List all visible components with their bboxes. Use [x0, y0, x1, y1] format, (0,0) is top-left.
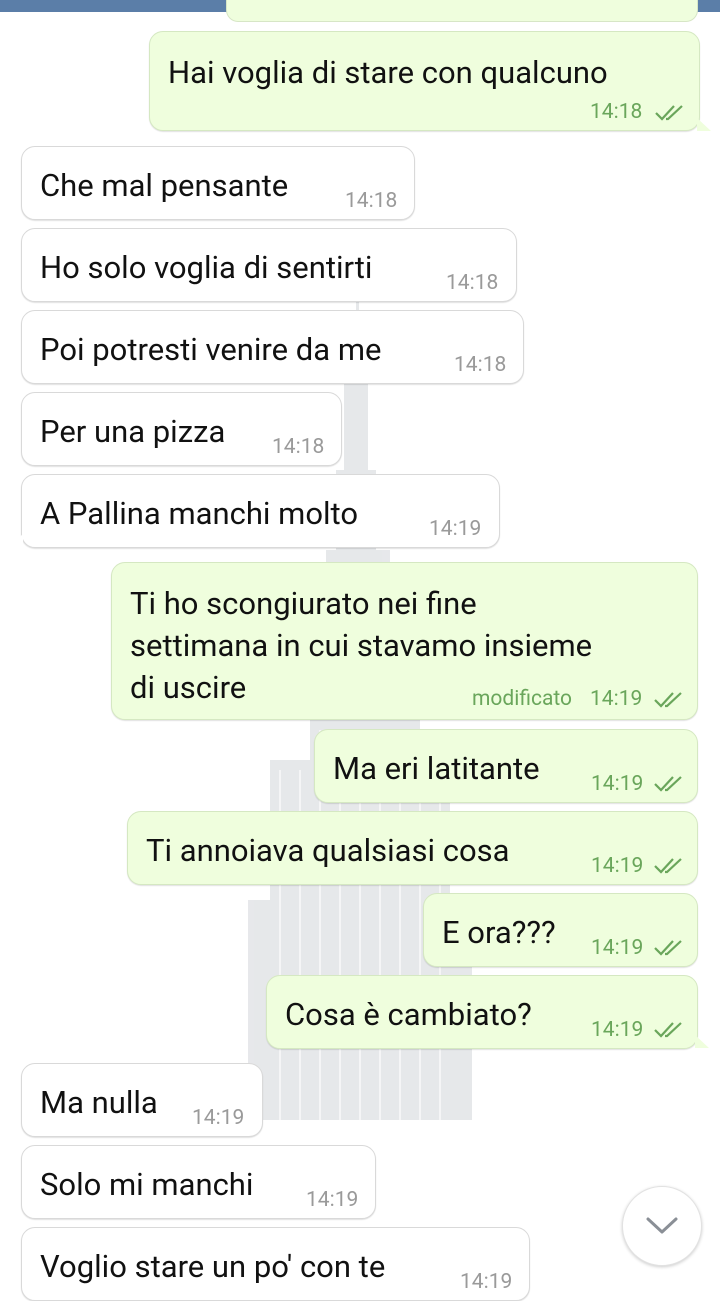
message-bubble-incoming[interactable]: Ho solo voglia di sentirti 14:18: [21, 228, 517, 302]
edited-label: modificato: [472, 687, 573, 711]
message-text: Hai voglia di stare con qualcuno: [168, 54, 608, 91]
message-time: 14:19: [460, 1270, 513, 1294]
message-text-line-2: settimana in cui stavamo insieme: [130, 627, 593, 664]
message-time: 14:18: [272, 435, 325, 459]
message-text: Cosa è cambiato?: [285, 996, 532, 1033]
message-time: 14:19: [590, 687, 643, 711]
message-text: E ora???: [442, 914, 556, 951]
message-bubble-incoming[interactable]: Per una pizza 14:18: [21, 392, 342, 466]
bubble-tail: [9, 534, 23, 547]
message-bubble-outgoing[interactable]: Ma eri latitante 14:19: [314, 729, 698, 803]
double-check-icon: [654, 940, 682, 956]
previous-message-bubble: [226, 0, 698, 22]
message-text: Ma eri latitante: [333, 750, 540, 787]
message-time: 14:19: [591, 854, 644, 878]
bubble-tail: [695, 1035, 709, 1048]
message-text: Ti annoiava qualsiasi cosa: [146, 832, 510, 869]
message-text-line-3: di uscire: [130, 669, 247, 706]
message-bubble-outgoing[interactable]: E ora??? 14:19: [423, 893, 698, 967]
message-bubble-outgoing[interactable]: Ti annoiava qualsiasi cosa 14:19: [127, 811, 698, 885]
message-time: 14:18: [446, 271, 499, 295]
message-time: 14:19: [591, 1018, 644, 1042]
double-check-icon: [654, 776, 682, 792]
bubble-tail: [697, 118, 711, 131]
message-text: Per una pizza: [40, 413, 226, 450]
double-check-icon: [654, 858, 682, 874]
message-text: Che mal pensante: [40, 167, 289, 204]
chevron-down-icon: [646, 1217, 678, 1234]
message-text: Ma nulla: [40, 1084, 158, 1121]
message-text-line-1: Ti ho scongiurato nei fine: [130, 585, 477, 622]
double-check-icon: [654, 1022, 682, 1038]
message-text: Ho solo voglia di sentirti: [40, 249, 373, 286]
message-time: 14:19: [591, 772, 644, 796]
message-time: 14:19: [192, 1106, 245, 1130]
message-time: 14:19: [306, 1188, 359, 1212]
message-text: Poi potresti venire da me: [40, 331, 382, 368]
message-text: Voglio stare un po' con te: [40, 1248, 386, 1285]
message-time: 14:18: [454, 353, 507, 377]
scroll-to-bottom-button[interactable]: [622, 1186, 702, 1266]
message-bubble-incoming[interactable]: A Pallina manchi molto 14:19: [21, 474, 500, 548]
message-bubble-outgoing[interactable]: Cosa è cambiato? 14:19: [266, 975, 698, 1049]
message-time: 14:19: [429, 517, 482, 541]
message-text: A Pallina manchi molto: [40, 495, 359, 532]
double-check-icon: [655, 105, 683, 121]
message-bubble-incoming[interactable]: Che mal pensante 14:18: [21, 146, 415, 220]
message-bubble-incoming[interactable]: Solo mi manchi 14:19: [21, 1145, 376, 1219]
message-bubble-outgoing[interactable]: Ti ho scongiurato nei fine settimana in …: [111, 562, 698, 720]
message-bubble-incoming[interactable]: Voglio stare un po' con te 14:19: [21, 1227, 530, 1301]
message-time: 14:18: [590, 100, 643, 124]
message-text: Solo mi manchi: [40, 1166, 254, 1203]
message-bubble-incoming[interactable]: Ma nulla 14:19: [21, 1063, 263, 1137]
message-time: 14:19: [591, 936, 644, 960]
message-time: 14:18: [345, 189, 398, 213]
message-bubble-incoming[interactable]: Poi potresti venire da me 14:18: [21, 310, 524, 384]
double-check-icon: [654, 692, 682, 708]
message-bubble-outgoing[interactable]: Hai voglia di stare con qualcuno 14:18: [149, 31, 700, 131]
